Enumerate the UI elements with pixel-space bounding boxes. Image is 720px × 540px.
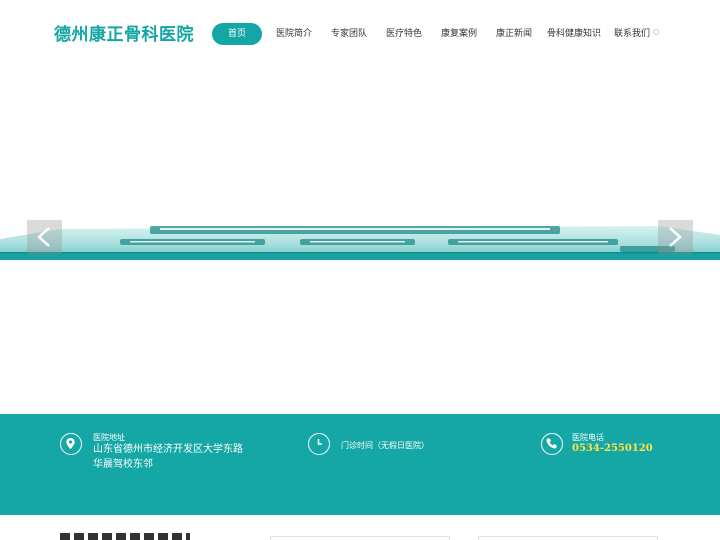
contact-info-bar: 医院地址 山东省德州市经济开发区大学东路 华晨驾校东邻 门诊时间（无假日医院） … xyxy=(0,414,720,515)
hospital-logo[interactable]: 德州康正骨科医院 xyxy=(54,20,194,45)
nav-item-about[interactable]: 医院简介 xyxy=(276,23,312,45)
chevron-right-icon xyxy=(669,227,682,247)
nav-item-contact[interactable]: 联系我们 xyxy=(614,23,650,45)
banner-next-button[interactable] xyxy=(658,220,693,254)
section-heading-clipped xyxy=(60,532,190,540)
location-pin-icon xyxy=(60,433,82,455)
nav-item-knowledge[interactable]: 骨科健康知识 xyxy=(547,23,601,45)
nav-more-dot xyxy=(653,29,659,35)
next-section-peek xyxy=(0,515,720,540)
nav-item-news[interactable]: 康正新闻 xyxy=(496,23,532,45)
nav-item-features[interactable]: 医疗特色 xyxy=(386,23,422,45)
clock-icon xyxy=(308,433,330,455)
banner-prev-button[interactable] xyxy=(27,220,62,254)
content-box-1 xyxy=(270,536,450,540)
phone-number[interactable]: 0534-2550120 xyxy=(572,443,653,454)
chevron-left-icon xyxy=(37,227,50,247)
nav-item-experts[interactable]: 专家团队 xyxy=(331,23,367,45)
phone-title: 医院电话 xyxy=(572,433,604,442)
nav-item-cases[interactable]: 康复案例 xyxy=(441,23,477,45)
address-line-1: 山东省德州市经济开发区大学东路 xyxy=(93,444,243,455)
content-box-2 xyxy=(478,536,658,540)
site-header: 德州康正骨科医院 首页 医院简介 专家团队 医疗特色 康复案例 康正新闻 骨科健… xyxy=(0,0,720,68)
nav-item-home[interactable]: 首页 xyxy=(212,23,262,45)
phone-icon xyxy=(541,433,563,455)
clinic-hours: 门诊时间（无假日医院） xyxy=(341,441,429,450)
banner-image-strip xyxy=(0,226,720,260)
address-line-2: 华晨驾校东邻 xyxy=(93,459,153,470)
hero-banner xyxy=(0,68,720,414)
